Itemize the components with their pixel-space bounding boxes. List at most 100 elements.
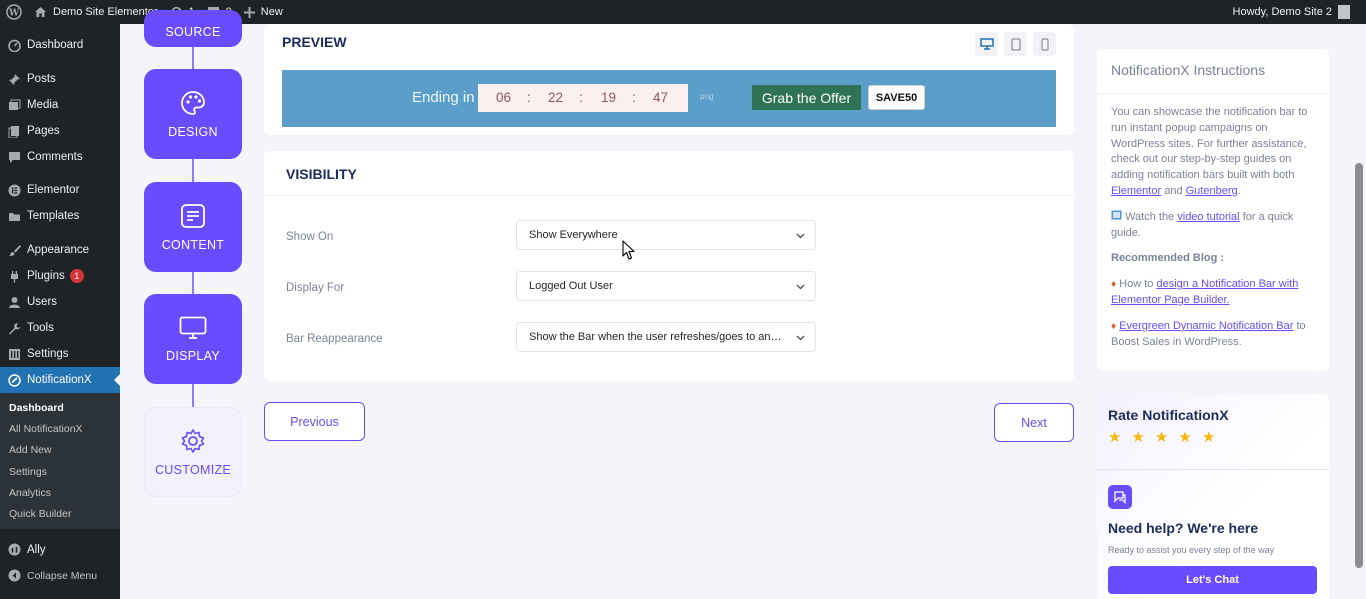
my-account-link[interactable]: Howdy, Demo Site 2 <box>1233 5 1366 19</box>
notificationx-icon <box>7 373 21 387</box>
help-title: Need help? We're here <box>1108 520 1259 536</box>
users-icon <box>7 295 21 309</box>
sidebar-item-label: Appearance <box>27 244 90 256</box>
display-for-select[interactable]: Logged Out User <box>516 271 816 301</box>
step-source[interactable]: SOURCE <box>144 10 242 47</box>
sidebar-item-label: Media <box>27 99 59 111</box>
sidebar-item-plugins[interactable]: Plugins 1 <box>0 263 120 289</box>
divider <box>1097 93 1329 94</box>
plugins-update-badge: 1 <box>69 269 84 283</box>
instructions-title: NotificationX Instructions <box>1111 62 1266 78</box>
countdown-timer: 06 : 22 : 19 : 47 <box>478 84 688 112</box>
sidebar-item-elementor[interactable]: Elementor <box>0 177 120 203</box>
star-icon[interactable]: ★ <box>1108 428 1121 446</box>
star-icon[interactable]: ★ <box>1131 428 1144 446</box>
mobile-view-button[interactable] <box>1033 32 1056 56</box>
divider <box>264 195 1074 196</box>
instructions-paragraph: You can showcase the notification bar to… <box>1111 106 1308 197</box>
comments-icon <box>7 150 21 164</box>
tablet-icon <box>1010 37 1021 51</box>
recommended-label: Recommended Blog : <box>1111 252 1225 265</box>
ally-icon <box>7 543 21 557</box>
submenu-item-analytics[interactable]: Analytics <box>0 482 120 503</box>
sidebar-item-settings[interactable]: Settings <box>0 341 120 367</box>
collapse-icon <box>7 569 21 583</box>
lets-chat-button[interactable]: Let's Chat <box>1108 566 1317 594</box>
sidebar-item-label: Plugins <box>27 270 65 282</box>
sidebar-item-label: Settings <box>27 348 69 360</box>
scrollbar-thumb[interactable] <box>1355 163 1363 568</box>
sidebar-item-ally[interactable]: Ally <box>0 537 120 563</box>
page-scrollbar[interactable] <box>1352 24 1366 599</box>
instructions-text: You can showcase the notification bar to… <box>1111 106 1308 182</box>
rating-stars[interactable]: ★ ★ ★ ★ ★ <box>1108 428 1215 446</box>
help-subtitle: Ready to assist you every step of the wa… <box>1108 545 1275 555</box>
coupon-code[interactable]: SAVE50 <box>868 85 925 110</box>
chat-icon <box>1108 485 1132 509</box>
svg-text:W: W <box>8 9 20 19</box>
content-icon <box>181 203 205 228</box>
submenu-item-add-new[interactable]: Add New <box>0 440 120 461</box>
blog2-link[interactable]: Evergreen Dynamic Notification Bar <box>1119 320 1293 332</box>
sidebar-item-label: Tools <box>27 322 54 334</box>
sidebar-item-label: Posts <box>27 73 56 85</box>
fire-icon: ♦ <box>1111 279 1117 291</box>
sidebar-item-users[interactable]: Users <box>0 289 120 315</box>
sidebar-item-tools[interactable]: Tools <box>0 315 120 341</box>
countdown-seconds: 19 <box>601 90 617 105</box>
sidebar-item-templates[interactable]: Templates <box>0 203 120 229</box>
grab-offer-button[interactable]: Grab the Offer <box>752 85 861 110</box>
wordpress-logo-button[interactable]: W <box>0 0 28 24</box>
elementor-link[interactable]: Elementor <box>1111 185 1161 197</box>
next-button[interactable]: Next <box>994 403 1074 442</box>
sidebar-item-pages[interactable]: Pages <box>0 118 120 144</box>
fire-icon: ♦ <box>1111 320 1117 332</box>
submenu-item-all-notificationx[interactable]: All NotificationX <box>0 418 120 439</box>
sidebar-item-posts[interactable]: Posts <box>0 66 120 92</box>
pages-icon <box>7 124 21 138</box>
sidebar-item-label: NotificationX <box>27 374 92 386</box>
video-icon <box>1111 210 1122 220</box>
sidebar-item-dashboard[interactable]: Dashboard <box>0 32 120 58</box>
star-icon[interactable]: ★ <box>1202 428 1215 446</box>
submenu-item-dashboard[interactable]: Dashboard <box>0 397 120 418</box>
new-content-link[interactable]: New <box>238 0 289 24</box>
step-label: CONTENT <box>161 237 225 252</box>
instructions-card: NotificationX Instructions You can showc… <box>1097 49 1329 371</box>
desktop-view-button[interactable] <box>975 32 998 56</box>
sidebar-item-appearance[interactable]: Appearance <box>0 237 120 263</box>
video-tutorial-link[interactable]: video tutorial <box>1177 211 1239 223</box>
blog-item-2: ♦ Evergreen Dynamic Notification Bar to … <box>1111 319 1315 351</box>
gutenberg-link[interactable]: Gutenberg <box>1186 185 1238 197</box>
bar-reappearance-label: Bar Reappearance <box>286 333 383 345</box>
media-icon <box>7 98 21 112</box>
home-icon <box>35 7 46 17</box>
tablet-view-button[interactable] <box>1004 32 1027 56</box>
step-design[interactable]: DESIGN <box>144 69 242 159</box>
greeting: Howdy, Demo Site 2 <box>1232 6 1332 18</box>
device-switcher <box>975 32 1056 56</box>
star-icon[interactable]: ★ <box>1178 428 1191 446</box>
sidebar-item-label: Comments <box>27 151 83 163</box>
submenu-item-quick-builder[interactable]: Quick Builder <box>0 503 120 524</box>
rate-title: Rate NotificationX <box>1108 407 1229 423</box>
sidebar-item-media[interactable]: Media <box>0 92 120 118</box>
step-content[interactable]: CONTENT <box>144 182 242 272</box>
step-customize[interactable]: CUSTOMIZE <box>144 407 242 497</box>
star-icon[interactable]: ★ <box>1155 428 1168 446</box>
previous-button[interactable]: Previous <box>264 402 365 441</box>
folder-icon <box>7 209 21 223</box>
divider <box>1097 469 1329 470</box>
bar-reappearance-select[interactable]: Show the Bar when the user refreshes/goe… <box>516 322 816 352</box>
wordpress-icon: W <box>6 4 22 20</box>
show-on-select[interactable]: Show Everywhere <box>516 220 816 250</box>
sidebar-item-comments[interactable]: Comments <box>0 144 120 170</box>
sidebar-item-notificationx[interactable]: NotificationX <box>0 367 120 393</box>
step-display[interactable]: DISPLAY <box>144 294 242 384</box>
collapse-menu-button[interactable]: Collapse Menu <box>0 563 120 589</box>
mobile-icon <box>1040 37 1049 51</box>
chevron-down-icon <box>796 335 805 341</box>
recommended-heading: Recommended Blog : <box>1111 251 1315 267</box>
submenu-item-settings[interactable]: Settings <box>0 461 120 482</box>
pin-icon <box>7 72 21 86</box>
